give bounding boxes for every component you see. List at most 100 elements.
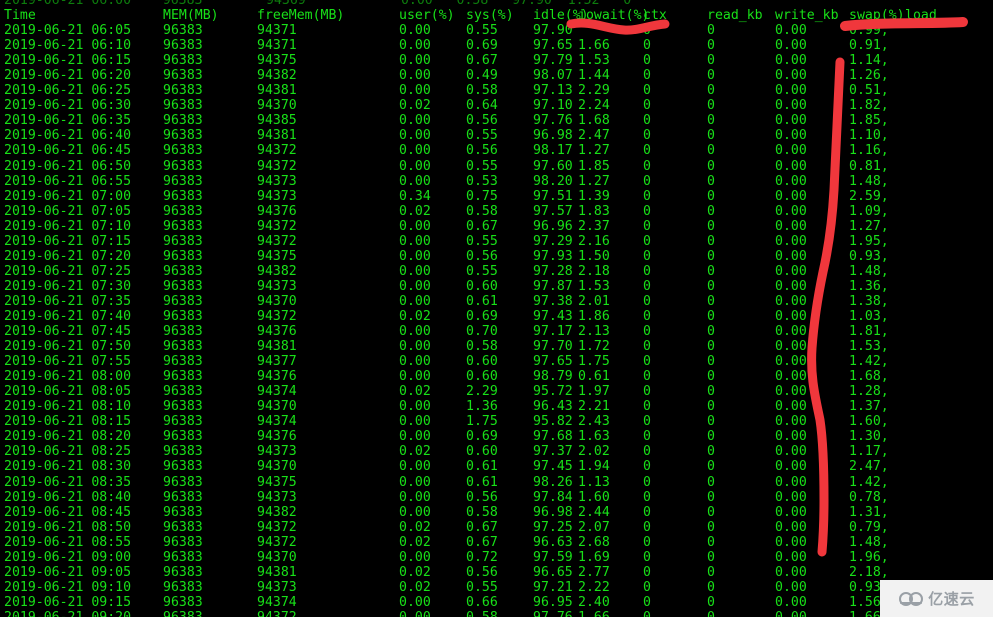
cell-user: 0.02 — [399, 564, 431, 580]
cell-sys: 0.56 — [466, 564, 498, 580]
cell-ctx: 0 — [643, 444, 651, 460]
cell-write-kb: 0.00 — [775, 369, 807, 385]
table-row: 2019-06-21 08:10 96383 94370 0.00 1.36 96.43 2… — [0, 399, 993, 414]
cell-time: 2019-06-21 08:40 — [4, 489, 132, 505]
cell-iowait: 2.68 — [578, 534, 610, 550]
cell-read-kb: 0 — [707, 218, 715, 234]
cell-freemem: 94370 — [257, 459, 297, 475]
cell-mem: 96383 — [163, 98, 203, 114]
cell-freemem: 94374 — [257, 384, 297, 400]
column-header-write-kb: write_kb — [775, 8, 839, 24]
cell-user: 0.00 — [399, 339, 431, 355]
cell-swap: 1.82, — [849, 98, 889, 114]
cell-time: 2019-06-21 08:35 — [4, 474, 132, 490]
cell-user: 0.00 — [399, 278, 431, 294]
cell-iowait: 2.29 — [578, 83, 610, 99]
cell-mem: 96383 — [163, 248, 203, 264]
cell-sys: 0.72 — [466, 549, 498, 565]
cell-ctx: 0 — [643, 459, 651, 475]
cell-iowait: 1.85 — [578, 158, 610, 174]
table-row: 2019-06-21 07:45 96383 94376 0.00 0.70 97.17 2… — [0, 324, 993, 339]
cell-sys: 1.75 — [466, 414, 498, 430]
cell-mem: 96383 — [163, 564, 203, 580]
cell-ctx: 0 — [643, 83, 651, 99]
cell-ctx: 0 — [643, 564, 651, 580]
cell-sys: 0.58 — [466, 504, 498, 520]
cell-sys: 0.64 — [466, 98, 498, 114]
cell-swap: 1.96, — [849, 549, 889, 565]
cell-mem: 96383 — [163, 504, 203, 520]
cell-time: 2019-06-21 08:30 — [4, 459, 132, 475]
table-row: 2019-06-21 06:30 96383 94370 0.02 0.64 97.10 2… — [0, 98, 993, 113]
cell-freemem: 94375 — [257, 248, 297, 264]
cell-write-kb: 0.00 — [775, 173, 807, 189]
cell-iowait: 1.13 — [578, 474, 610, 490]
cell-read-kb: 0 — [707, 429, 715, 445]
cell-user: 0.00 — [399, 459, 431, 475]
cell-mem: 96383 — [163, 534, 203, 550]
cell-user: 0.00 — [399, 399, 431, 415]
cell-read-kb: 0 — [707, 68, 715, 84]
cell-idle: 97.51 — [533, 188, 573, 204]
terminal-window[interactable]: 2019-06-21 06:00 96383 94369 0.00 0.58 9… — [0, 0, 993, 617]
table-row: 2019-06-21 06:35 96383 94385 0.00 0.56 97.76 1… — [0, 113, 993, 128]
cell-write-kb: 0.00 — [775, 444, 807, 460]
cell-write-kb: 0.00 — [775, 188, 807, 204]
cell-idle: 97.45 — [533, 459, 573, 475]
cell-time: 2019-06-21 06:05 — [4, 23, 132, 39]
cell-swap: 1.31, — [849, 504, 889, 520]
cell-write-kb: 0.00 — [775, 218, 807, 234]
cell-idle: 97.17 — [533, 324, 573, 340]
cell-ctx: 0 — [643, 248, 651, 264]
cell-sys: 0.55 — [466, 128, 498, 144]
cell-write-kb: 0.00 — [775, 203, 807, 219]
cell-iowait: 2.40 — [578, 594, 610, 610]
cell-mem: 96383 — [163, 53, 203, 69]
cell-sys: 0.60 — [466, 369, 498, 385]
cell-sys: 0.69 — [466, 429, 498, 445]
cell-idle: 95.82 — [533, 414, 573, 430]
cell-mem: 96383 — [163, 369, 203, 385]
cell-swap: 1.09, — [849, 203, 889, 219]
cell-mem: 96383 — [163, 308, 203, 324]
cell-read-kb: 0 — [707, 474, 715, 490]
cell-time: 2019-06-21 09:00 — [4, 549, 132, 565]
cell-iowait: 2.07 — [578, 519, 610, 535]
cell-ctx: 0 — [643, 188, 651, 204]
table-row: 2019-06-21 07:15 96383 94372 0.00 0.55 97.29 2… — [0, 234, 993, 249]
cell-sys: 0.67 — [466, 218, 498, 234]
table-row: 2019-06-21 08:45 96383 94382 0.00 0.58 96.98 2… — [0, 505, 993, 520]
cell-idle: 97.37 — [533, 444, 573, 460]
cell-iowait: 2.13 — [578, 324, 610, 340]
cell-freemem: 94372 — [257, 218, 297, 234]
cell-time: 2019-06-21 07:10 — [4, 218, 132, 234]
cell-iowait: 2.21 — [578, 399, 610, 415]
cell-swap: 0.79, — [849, 519, 889, 535]
cell-write-kb: 0.00 — [775, 278, 807, 294]
cell-mem: 96383 — [163, 173, 203, 189]
cell-iowait: 1.97 — [578, 384, 610, 400]
cell-time: 2019-06-21 06:25 — [4, 83, 132, 99]
cell-ctx: 0 — [643, 549, 651, 565]
cell-write-kb: 0.00 — [775, 263, 807, 279]
cell-read-kb: 0 — [707, 248, 715, 264]
cell-swap: 0.51, — [849, 83, 889, 99]
cell-read-kb: 0 — [707, 549, 715, 565]
cell-iowait: 2.16 — [578, 233, 610, 249]
cell-idle: 97.29 — [533, 233, 573, 249]
table-row: 2019-06-21 08:35 96383 94375 0.00 0.61 98.26 1… — [0, 475, 993, 490]
cell-time: 2019-06-21 07:20 — [4, 248, 132, 264]
cell-mem: 96383 — [163, 158, 203, 174]
cell-sys: 0.60 — [466, 444, 498, 460]
cell-read-kb: 0 — [707, 489, 715, 505]
cell-idle: 97.90 — [533, 23, 573, 39]
cell-idle: 97.13 — [533, 83, 573, 99]
cell-user: 0.02 — [399, 519, 431, 535]
cell-user: 0.34 — [399, 188, 431, 204]
cell-time: 2019-06-21 06:45 — [4, 143, 132, 159]
cell-iowait: 1.27 — [578, 173, 610, 189]
cell-mem: 96383 — [163, 23, 203, 39]
cell-read-kb: 0 — [707, 339, 715, 355]
terminal-text-area: 2019-06-21 06:00 96383 94369 0.00 0.58 9… — [0, 0, 993, 617]
cell-time: 2019-06-21 08:10 — [4, 399, 132, 415]
